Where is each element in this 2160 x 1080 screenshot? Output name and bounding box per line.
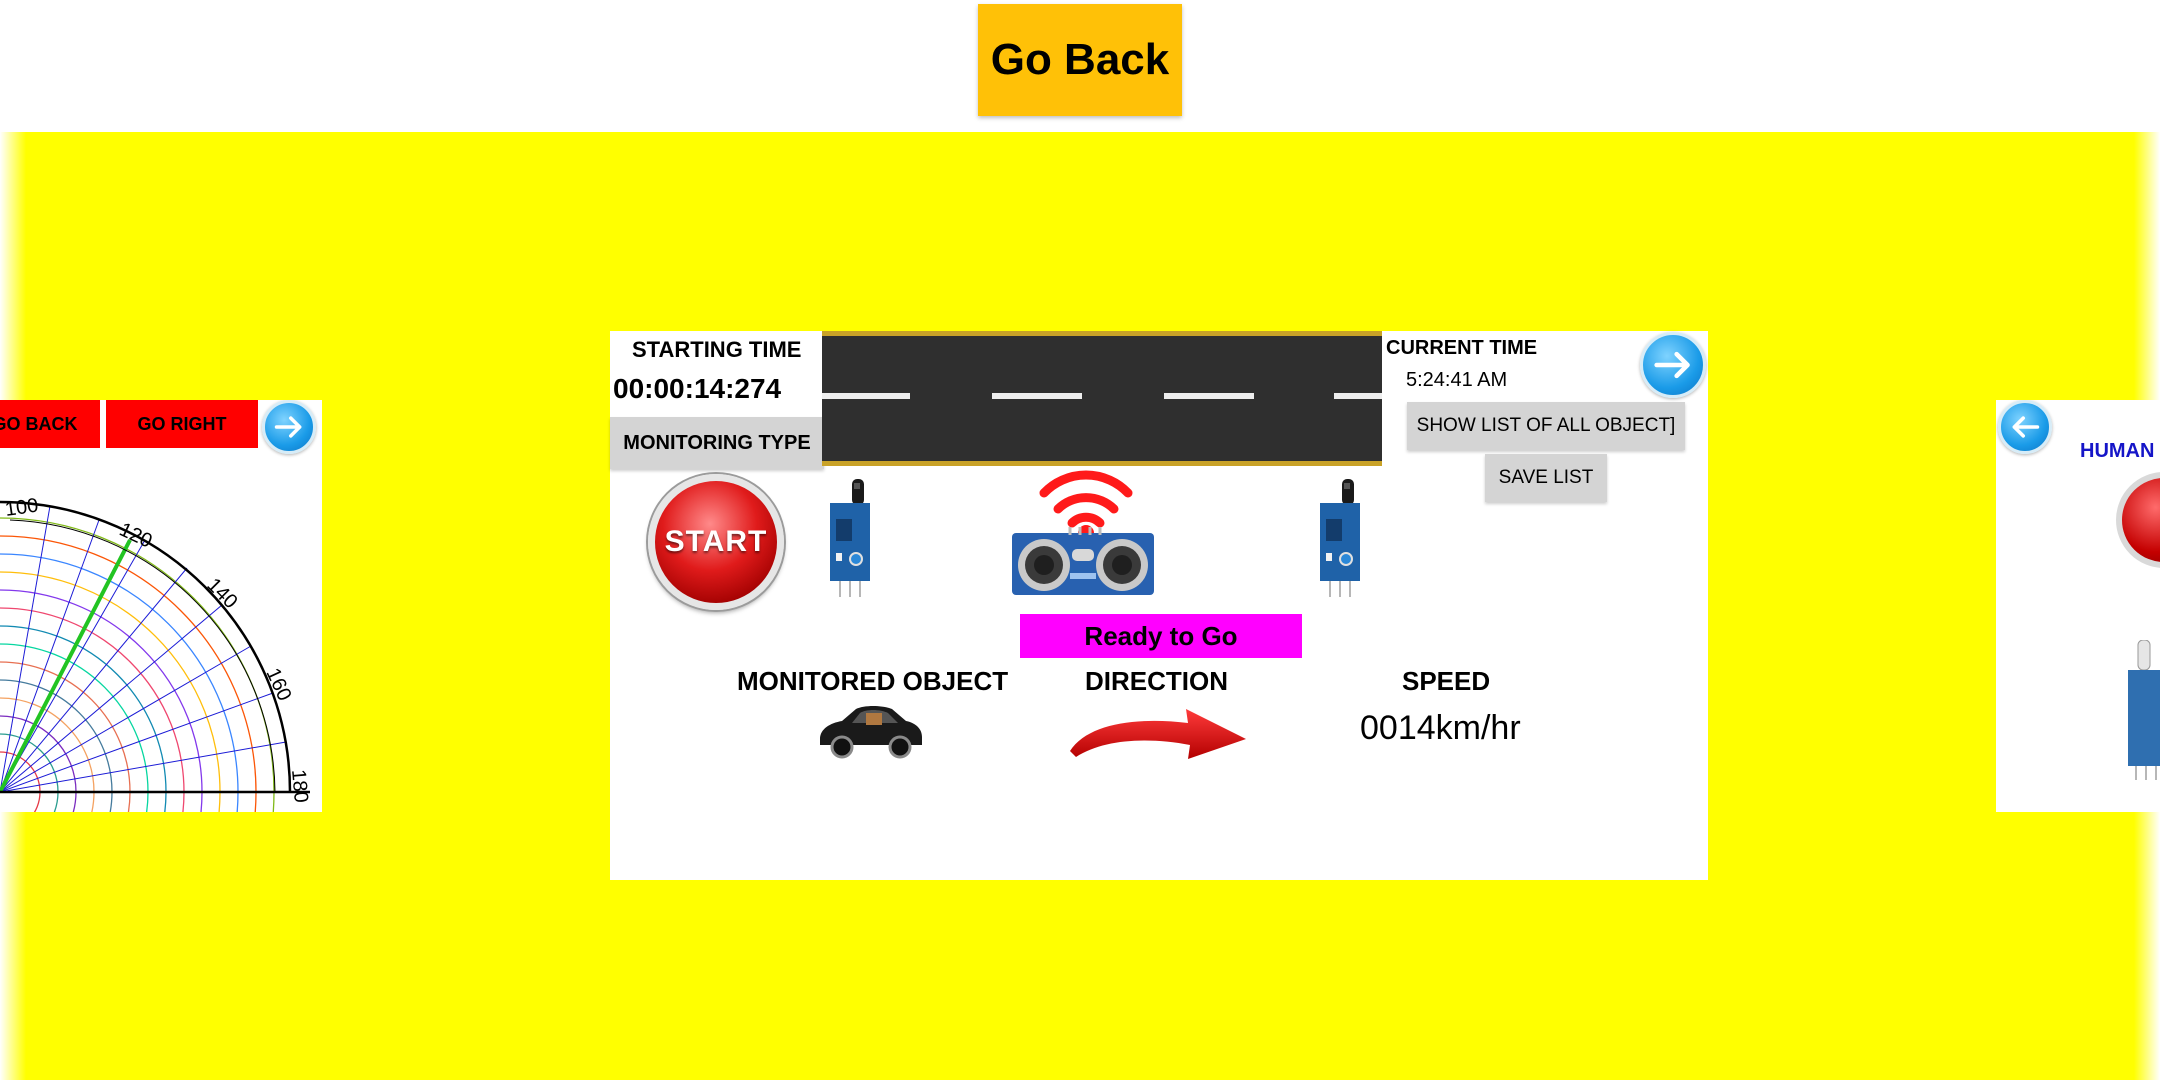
speed-value: 0014km/hr <box>1360 709 1521 747</box>
angle-label-120: 120 <box>116 519 156 553</box>
start-button[interactable]: START <box>648 474 784 610</box>
save-list-button[interactable]: SAVE LIST <box>1485 454 1607 502</box>
next-card[interactable]: HUMAN <box>1996 400 2160 812</box>
ir-sensor-icon <box>2128 640 2160 780</box>
angle-label-140: 140 <box>202 574 241 613</box>
angle-label-180: 180 <box>287 769 312 804</box>
app-root: Go Back GO BACK GO RIGHT 100 120 140 160… <box>0 0 2160 1080</box>
arrow-right-circle-icon[interactable] <box>1640 332 1706 398</box>
carousel: GO BACK GO RIGHT 100 120 140 160 180 STA… <box>0 132 2160 1080</box>
speed-label: SPEED <box>1402 666 1491 696</box>
protractor-graph: 100 120 140 160 180 <box>0 495 312 812</box>
monitoring-card: STARTING TIME 00:00:14:274 MONITORING TY… <box>610 331 1708 880</box>
direction-arrow-icon <box>1070 709 1246 759</box>
angle-label-160: 160 <box>261 665 295 705</box>
ultrasonic-sensor-icon <box>1012 527 1154 595</box>
current-time-label: CURRENT TIME <box>1386 337 1538 359</box>
ir-sensor-icon <box>1320 479 1360 597</box>
starting-time-value: 00:00:14:274 <box>613 373 782 404</box>
angle-label-100: 100 <box>4 495 40 521</box>
monitored-object-label: MONITORED OBJECT <box>737 666 1009 696</box>
direction-label: DIRECTION <box>1085 666 1228 696</box>
road-image <box>822 331 1382 466</box>
ir-sensor-icon <box>830 479 870 597</box>
go-back-button[interactable]: Go Back <box>978 4 1182 116</box>
status-banner: Ready to Go <box>1020 614 1302 658</box>
starting-time-label: STARTING TIME <box>632 337 802 362</box>
next-card-title: HUMAN <box>2080 440 2155 462</box>
car-icon <box>820 706 922 759</box>
monitoring-type-button[interactable]: MONITORING TYPE <box>610 417 824 469</box>
current-time-value: 5:24:41 AM <box>1406 369 1508 391</box>
previous-card[interactable]: GO BACK GO RIGHT 100 120 140 160 180 <box>0 400 322 812</box>
show-list-button[interactable]: SHOW LIST OF ALL OBJECT] <box>1407 402 1685 450</box>
next-card-start-button[interactable] <box>2116 472 2160 568</box>
arrow-left-circle-icon[interactable] <box>1998 400 2052 454</box>
